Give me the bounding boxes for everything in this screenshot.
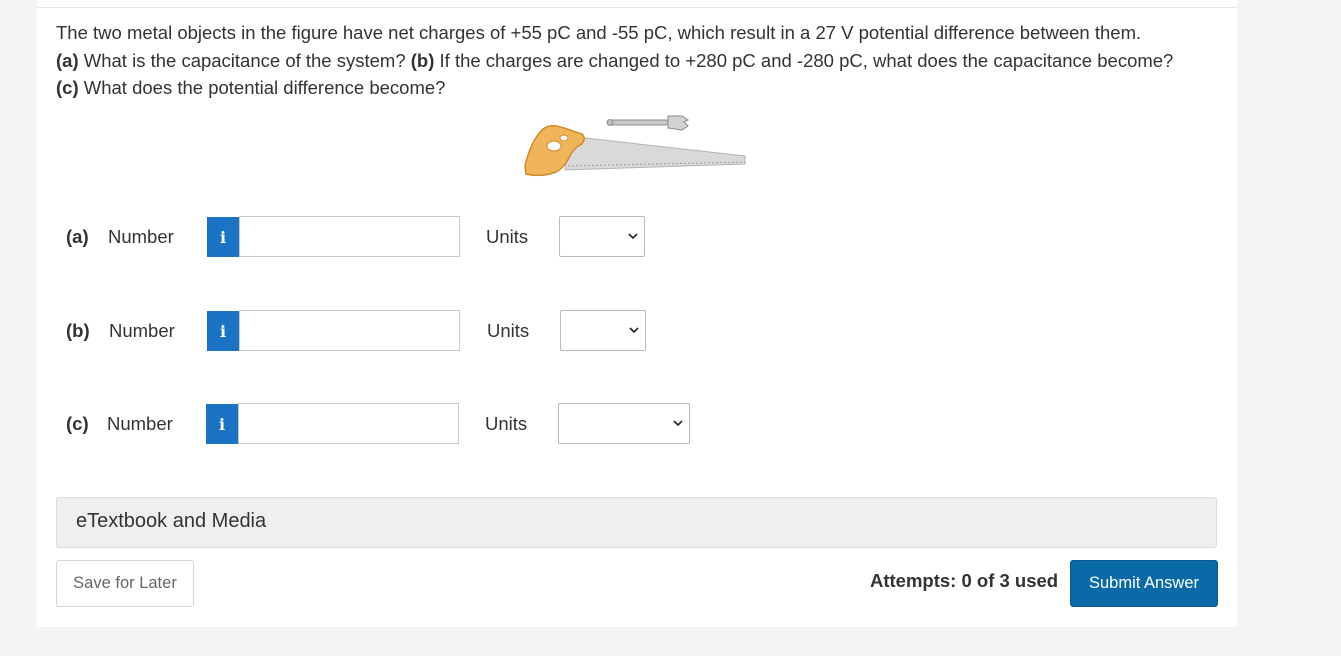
wrench-icon (606, 115, 689, 131)
etextbook-media-label: eTextbook and Media (76, 510, 267, 532)
saw-icon (524, 124, 746, 177)
part-c-tag: (c) (56, 77, 79, 98)
chevron-down-icon (673, 420, 683, 427)
chevron-down-icon (629, 327, 639, 334)
info-button[interactable]: i (207, 217, 239, 257)
save-for-later-button[interactable]: Save for Later (56, 560, 194, 607)
units-select[interactable] (560, 310, 646, 351)
part-c-question: What does the potential difference becom… (78, 77, 446, 98)
answer-row-a: (a) Number i Units (37, 216, 1237, 258)
part-a-question: What is the capacitance of the system? (78, 49, 411, 71)
chevron-down-icon (628, 233, 638, 240)
info-button[interactable]: i (206, 404, 238, 444)
part-label: (c) (66, 413, 89, 434)
saw-and-wrench-icon (524, 115, 746, 177)
answer-row-c: (c) Number i Units (37, 403, 1237, 445)
etextbook-media-panel[interactable]: eTextbook and Media (56, 497, 1217, 548)
part-b-tag: (b) (410, 49, 435, 71)
question-intro: The two metal objects in the figure have… (56, 22, 1142, 43)
answer-row-b: (b) Number i Units (37, 310, 1237, 352)
units-select[interactable] (558, 403, 690, 444)
units-select[interactable] (559, 216, 645, 257)
question-card: The two metal objects in the figure have… (37, 0, 1237, 627)
units-label: Units (486, 226, 529, 247)
question-text: The two metal objects in the figure have… (56, 19, 1226, 102)
part-a-tag: (a) (56, 49, 79, 71)
number-input[interactable] (238, 403, 459, 444)
units-label: Units (485, 413, 528, 434)
units-label: Units (487, 320, 530, 341)
attempts-counter: Attempts: 0 of 3 used (870, 570, 1059, 591)
number-label: Number (107, 413, 173, 434)
number-input[interactable] (239, 310, 460, 351)
submit-answer-button[interactable]: Submit Answer (1070, 560, 1218, 607)
part-b-question: If the charges are changed to +280 pC an… (434, 49, 1174, 71)
number-label: Number (109, 320, 175, 341)
part-label: (a) (66, 226, 89, 247)
info-button[interactable]: i (207, 311, 239, 351)
number-label: Number (108, 226, 174, 247)
part-label: (b) (66, 320, 90, 341)
divider (37, 7, 1237, 8)
number-input[interactable] (239, 216, 460, 257)
